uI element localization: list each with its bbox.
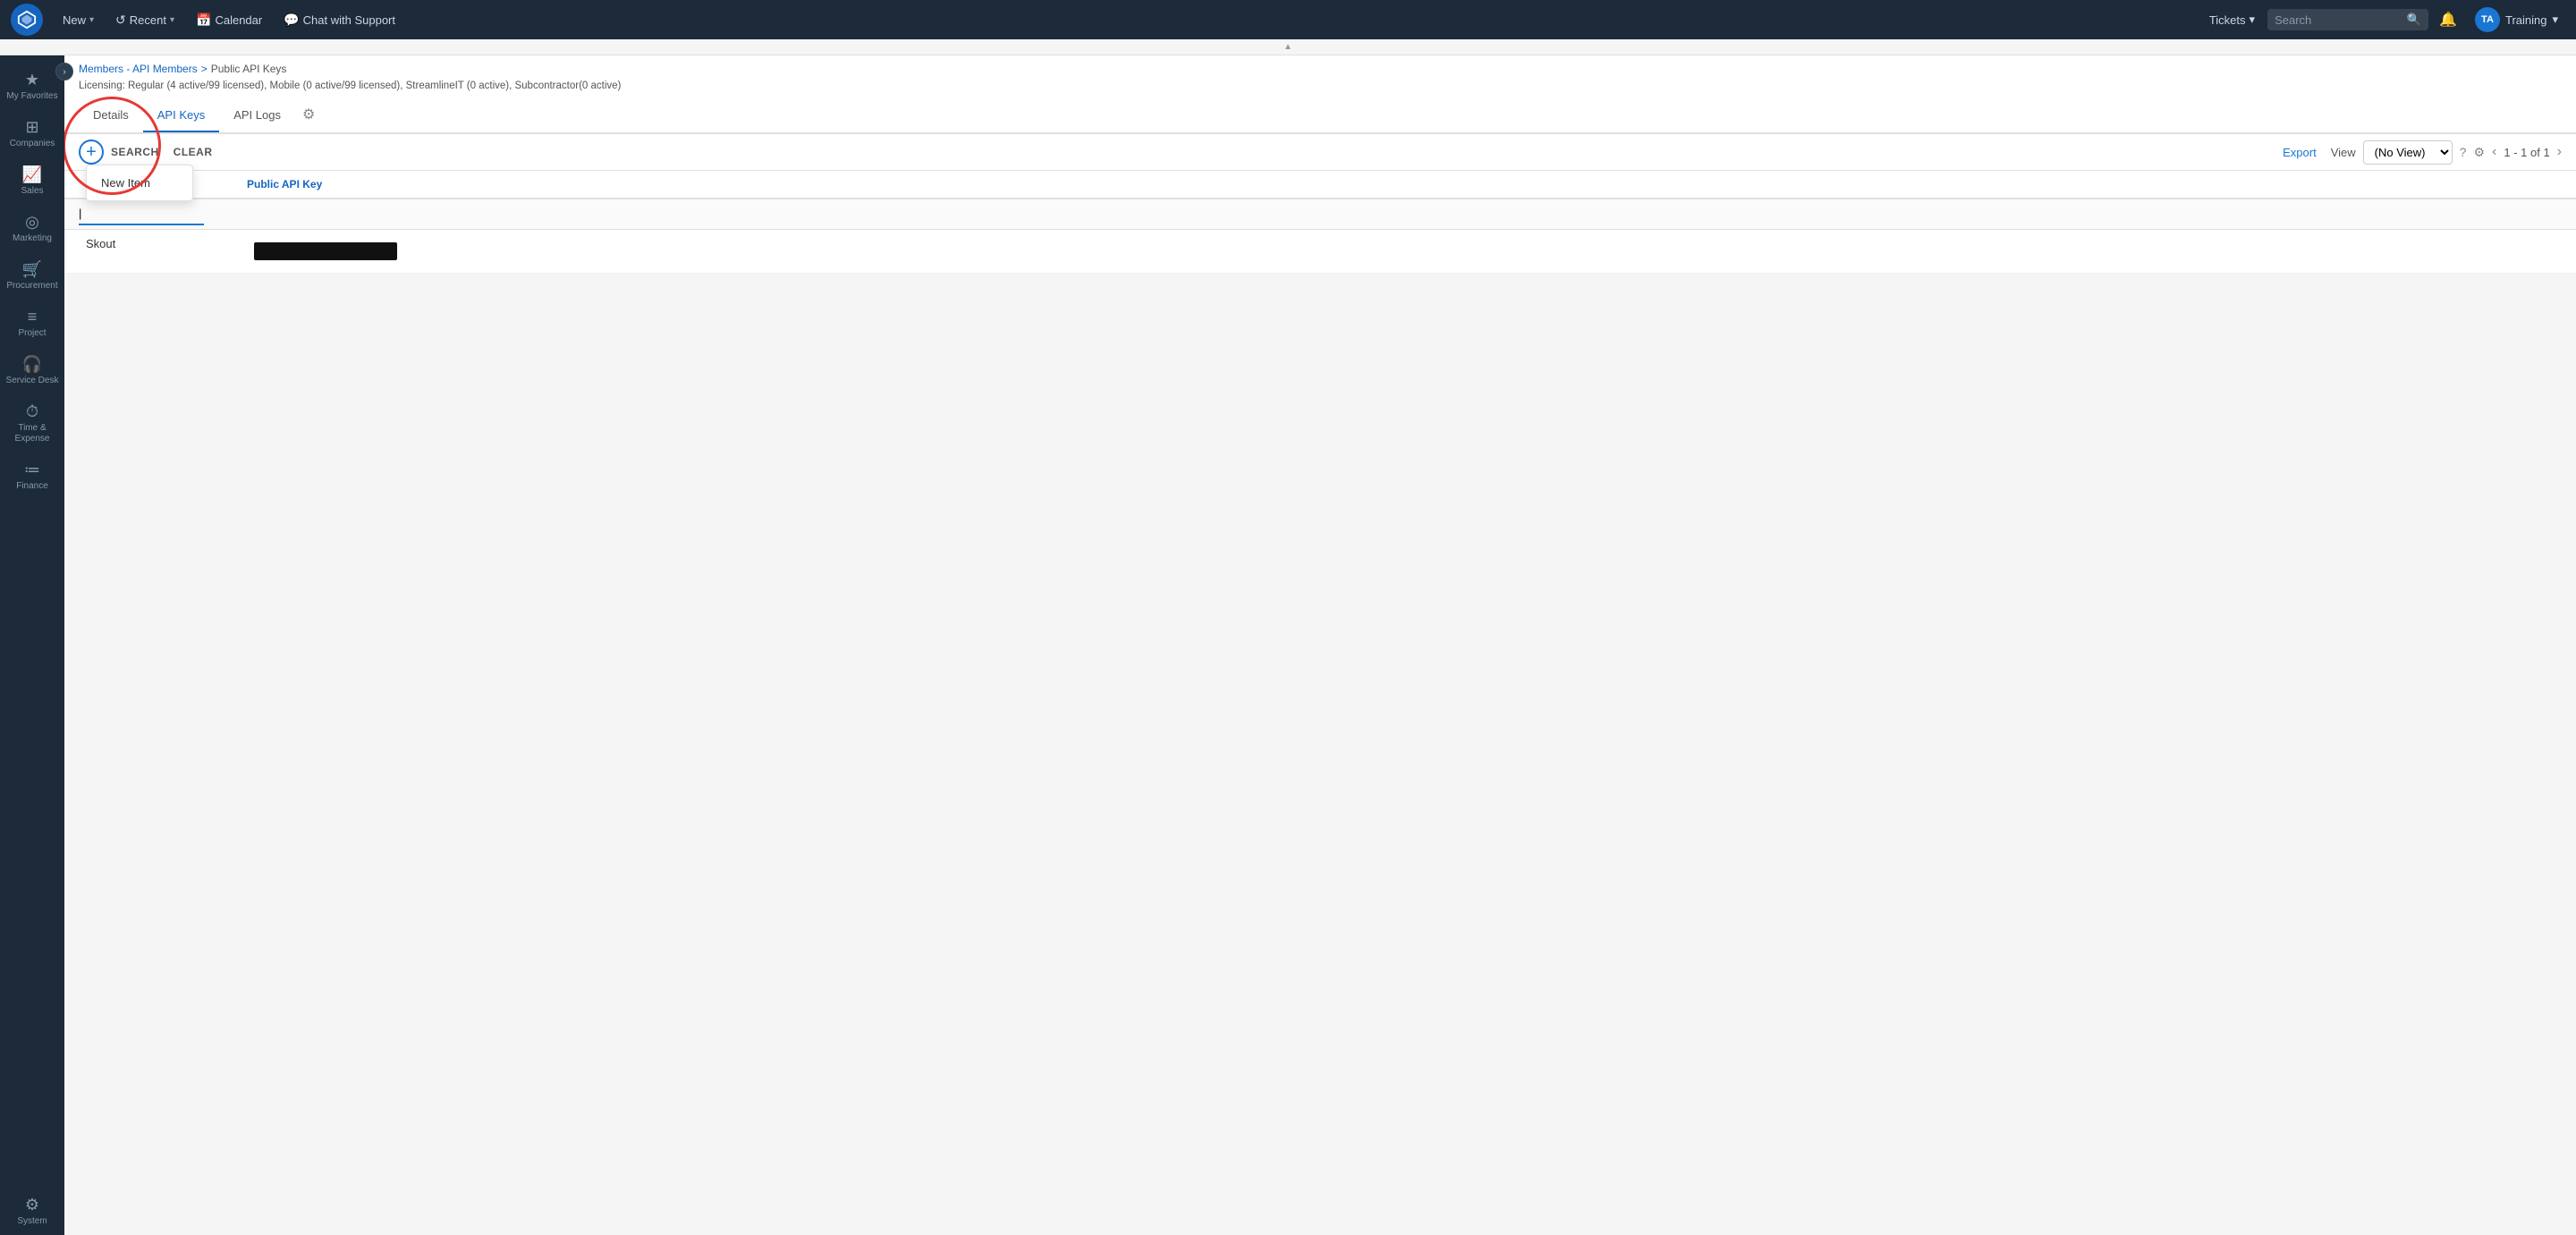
tab-api-logs[interactable]: API Logs — [219, 99, 295, 132]
table-header: Name Public API Key — [64, 171, 2576, 199]
tabs-bar: Details API Keys API Logs ⚙ — [64, 97, 2576, 134]
collapse-bar[interactable]: ▲ — [0, 39, 2576, 55]
sidebar-item-system[interactable]: ⚙ System — [0, 1188, 64, 1234]
table-area: Name Public API Key Skout — [64, 171, 2576, 274]
licensing-bar: Licensing: Regular (4 active/99 licensed… — [64, 77, 2576, 97]
collapse-icon: ▲ — [1284, 42, 1292, 52]
notifications-button[interactable]: 🔔 — [2432, 7, 2464, 32]
sidebar-expand-button[interactable]: › — [55, 63, 73, 80]
toolbar: + New Item SEARCH CLEAR Export View (No … — [64, 134, 2576, 171]
new-chevron-icon: ▾ — [89, 15, 94, 25]
new-item-popup: New Item — [86, 165, 193, 201]
companies-icon: ⊞ — [25, 118, 38, 137]
table-row[interactable]: Skout — [64, 230, 2576, 274]
tickets-button[interactable]: Tickets ▾ — [2200, 7, 2264, 32]
service-desk-icon: 🎧 — [22, 355, 42, 374]
pagination-next-button[interactable]: › — [2557, 144, 2562, 160]
sidebar-item-marketing[interactable]: ◎ Marketing — [0, 206, 64, 251]
main-content: Members - API Members > Public API Keys … — [64, 55, 2576, 1235]
sidebar: › ★ My Favorites ⊞ Companies 📈 Sales ◎ M… — [0, 55, 64, 1235]
add-new-button[interactable]: + — [79, 140, 104, 165]
view-label: View — [2331, 146, 2356, 159]
sidebar-item-service-desk[interactable]: 🎧 Service Desk — [0, 348, 64, 393]
tab-details[interactable]: Details — [79, 99, 143, 132]
view-select[interactable]: (No View) — [2363, 140, 2453, 165]
settings-icon[interactable]: ⚙ — [2473, 145, 2485, 160]
cell-public-api-key — [240, 230, 2562, 273]
clear-button[interactable]: CLEAR — [166, 142, 220, 162]
tab-settings-icon[interactable]: ⚙ — [295, 97, 322, 132]
chat-with-support-button[interactable]: 💬 Chat with Support — [275, 7, 404, 33]
pagination-text: 1 - 1 of 1 — [2504, 146, 2549, 159]
recent-button[interactable]: ↺ Recent ▾ — [106, 7, 183, 33]
procurement-icon: 🛒 — [22, 260, 42, 279]
recent-chevron-icon: ▾ — [170, 15, 174, 25]
sales-icon: 📈 — [22, 165, 42, 184]
name-search-input[interactable] — [79, 203, 204, 225]
sidebar-item-companies[interactable]: ⊞ Companies — [0, 111, 64, 156]
calendar-button[interactable]: 📅 Calendar — [187, 7, 271, 33]
right-toolbar: Export View (No View) ? ⚙ ‹ 1 - 1 of 1 › — [220, 140, 2562, 165]
tab-api-keys[interactable]: API Keys — [143, 99, 219, 132]
sidebar-item-finance[interactable]: ≔ Finance — [0, 453, 64, 499]
system-icon: ⚙ — [25, 1196, 39, 1214]
search-box[interactable]: 🔍 — [2267, 9, 2428, 30]
search-input[interactable] — [2275, 13, 2407, 27]
export-button[interactable]: Export — [2275, 142, 2324, 163]
marketing-icon: ◎ — [25, 213, 39, 232]
breadcrumb: Members - API Members > Public API Keys — [64, 55, 2576, 77]
sidebar-item-project[interactable]: ≡ Project — [0, 300, 64, 346]
cell-name: Skout — [79, 230, 240, 273]
time-expense-icon: ⏱ — [26, 402, 38, 421]
search-button[interactable]: SEARCH — [104, 142, 166, 162]
key-hidden-value — [254, 242, 397, 260]
top-navigation: New ▾ ↺ Recent ▾ 📅 Calendar 💬 Chat with … — [0, 0, 2576, 39]
user-menu[interactable]: TA Training ▾ — [2468, 4, 2565, 36]
finance-icon: ≔ — [24, 461, 40, 479]
user-avatar: TA — [2475, 7, 2500, 32]
favorites-icon: ★ — [25, 71, 39, 89]
new-item-option[interactable]: New Item — [87, 169, 192, 197]
breadcrumb-separator: > — [201, 63, 208, 75]
column-header-public-api-key[interactable]: Public API Key — [240, 171, 2562, 198]
breadcrumb-members-link[interactable]: Members - API Members — [79, 63, 198, 75]
pagination-prev-button[interactable]: ‹ — [2492, 144, 2496, 160]
sidebar-item-sales[interactable]: 📈 Sales — [0, 158, 64, 204]
app-logo[interactable] — [11, 4, 43, 36]
project-icon: ≡ — [28, 308, 38, 326]
help-icon[interactable]: ? — [2460, 145, 2467, 159]
breadcrumb-current: Public API Keys — [211, 63, 287, 75]
sidebar-item-procurement[interactable]: 🛒 Procurement — [0, 253, 64, 299]
sidebar-item-time-expense[interactable]: ⏱ Time & Expense — [0, 395, 64, 452]
new-button[interactable]: New ▾ — [54, 8, 103, 32]
search-icon: 🔍 — [2407, 13, 2421, 27]
table-search-row — [64, 199, 2576, 230]
